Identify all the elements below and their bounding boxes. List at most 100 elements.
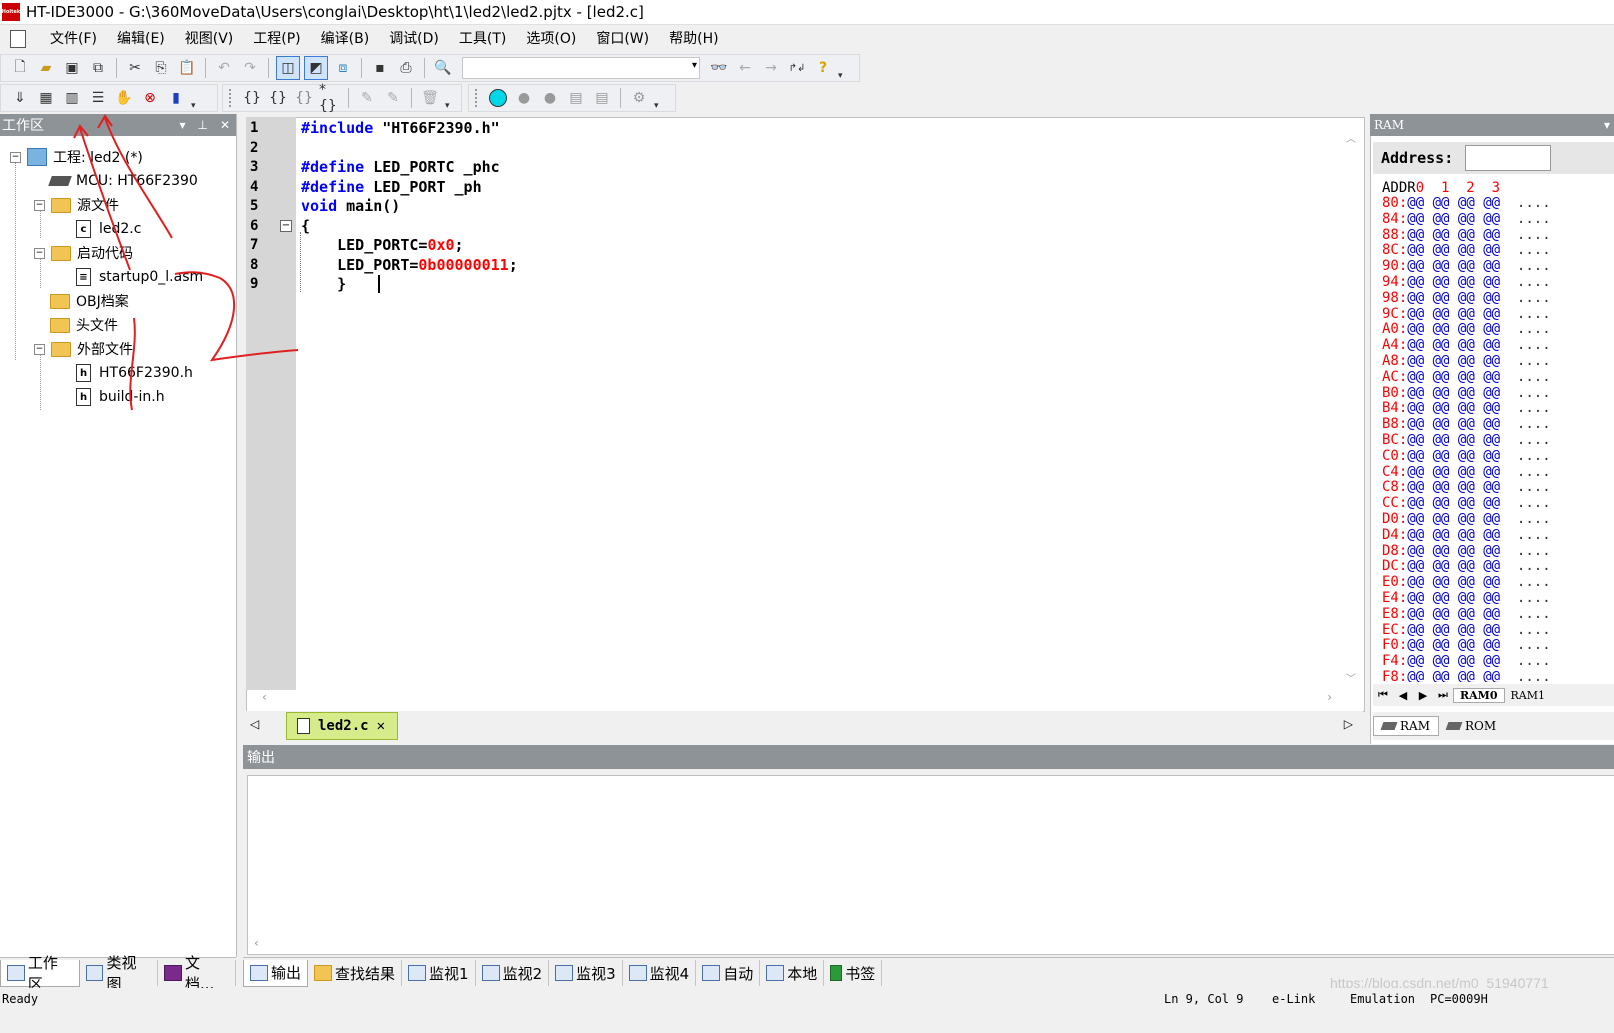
output-title: 输出: [247, 750, 275, 766]
ram-row[interactable]: 98:@@ @@ @@ @@ ....: [1382, 290, 1551, 307]
ram-row[interactable]: A8:@@ @@ @@ @@ ....: [1382, 353, 1551, 370]
status-link: e-Link: [1272, 992, 1316, 1006]
books-icon: [164, 965, 183, 981]
tab-watch4[interactable]: 监视4: [623, 960, 697, 986]
chip-icon: [1445, 722, 1463, 730]
tab-label: 监视4: [649, 964, 690, 983]
tab-scroll-left-icon[interactable]: ◁: [250, 717, 259, 731]
scroll-right-icon[interactable]: ›: [1327, 690, 1332, 704]
tab-label: 监视2: [502, 964, 543, 983]
tab-label: 输出: [271, 964, 302, 982]
ram-row[interactable]: E4:@@ @@ @@ @@ ....: [1382, 590, 1551, 607]
chip-icon: [1380, 722, 1398, 730]
tab-bookmarks[interactable]: 书签: [824, 960, 883, 986]
tab-workspace[interactable]: 工作区: [0, 954, 80, 993]
ram-row[interactable]: A0:@@ @@ @@ @@ ....: [1382, 321, 1551, 338]
tab-label: RAM: [1400, 719, 1430, 733]
class-view-icon: [85, 965, 104, 981]
local-icon: [766, 965, 785, 981]
tab-label: 监视1: [429, 964, 469, 983]
ram-row[interactable]: 84:@@ @@ @@ @@ ....: [1382, 211, 1551, 228]
ram-row[interactable]: A4:@@ @@ @@ @@ ....: [1382, 337, 1551, 354]
tab-watch2[interactable]: 监视2: [476, 960, 550, 986]
ram-row[interactable]: C0:@@ @@ @@ @@ ....: [1382, 448, 1551, 465]
bookmark-icon: [830, 965, 843, 981]
tab-watch3[interactable]: 监视3: [549, 960, 623, 986]
watch-icon: [628, 965, 647, 981]
ram-bank-navigation: ⏮ ◀ ▶ ⏭ RAM0 RAM1: [1373, 684, 1614, 706]
ram-row[interactable]: C4:@@ @@ @@ @@ ....: [1382, 464, 1551, 481]
status-bar: Ready Ln 9, Col 9 e-Link Emulation PC=00…: [0, 988, 1614, 1033]
tab-documents[interactable]: 文档...: [158, 954, 236, 993]
tab-label: 查找结果: [335, 964, 396, 983]
ram-row[interactable]: E8:@@ @@ @@ @@ ....: [1382, 606, 1551, 623]
ram-row[interactable]: D0:@@ @@ @@ @@ ....: [1382, 511, 1551, 528]
tab-label: ROM: [1465, 719, 1497, 733]
tab-label: 书签: [845, 964, 876, 983]
ram-row[interactable]: 8C:@@ @@ @@ @@ ....: [1382, 242, 1551, 259]
tab-label: led2.c: [318, 718, 369, 734]
first-page-icon[interactable]: ⏮: [1373, 688, 1393, 702]
status-ready: Ready: [2, 992, 39, 1006]
tab-label: 本地: [787, 964, 818, 983]
c-file-icon: [297, 718, 310, 734]
ram-row[interactable]: 94:@@ @@ @@ @@ ....: [1382, 274, 1551, 291]
ram-row[interactable]: EC:@@ @@ @@ @@ ....: [1382, 622, 1551, 639]
ram-row[interactable]: DC:@@ @@ @@ @@ ....: [1382, 558, 1551, 575]
tab-ram1[interactable]: RAM1: [1505, 689, 1552, 702]
next-page-icon[interactable]: ▶: [1413, 689, 1433, 702]
watch-icon: [555, 965, 574, 981]
workspace-tabs: 工作区 类视图 文档...: [0, 954, 236, 993]
binoculars-icon: [314, 965, 333, 981]
ram-row[interactable]: BC:@@ @@ @@ @@ ....: [1382, 432, 1551, 449]
editor-horizontal-scrollbar[interactable]: ‹ ›: [258, 690, 1358, 708]
ram-row[interactable]: AC:@@ @@ @@ @@ ....: [1382, 369, 1551, 386]
ram-row[interactable]: 90:@@ @@ @@ @@ ....: [1382, 258, 1551, 275]
prev-page-icon[interactable]: ◀: [1393, 689, 1413, 702]
workspace-icon: [7, 964, 25, 981]
tab-rom[interactable]: ROM: [1439, 717, 1504, 735]
ram-row[interactable]: 80:@@ @@ @@ @@ ....: [1382, 195, 1551, 212]
ram-row[interactable]: B0:@@ @@ @@ @@ ....: [1382, 385, 1551, 402]
status-pc: PC=0009H: [1430, 992, 1488, 1006]
tab-led2-c[interactable]: led2.c ✕: [286, 712, 398, 740]
last-page-icon[interactable]: ⏭: [1433, 688, 1453, 702]
ram-row[interactable]: F0:@@ @@ @@ @@ ....: [1382, 637, 1551, 654]
tab-ram[interactable]: RAM: [1373, 716, 1439, 736]
tab-label: 自动: [723, 964, 754, 983]
ram-row[interactable]: B4:@@ @@ @@ @@ ....: [1382, 400, 1551, 417]
scroll-left-icon[interactable]: ‹: [254, 936, 259, 950]
watch-icon: [408, 965, 427, 981]
ram-row[interactable]: F8:@@ @@ @@ @@ ....: [1382, 669, 1551, 682]
scroll-left-icon[interactable]: ‹: [262, 690, 267, 704]
tab-class-view[interactable]: 类视图: [80, 954, 159, 993]
ram-row[interactable]: E0:@@ @@ @@ @@ ....: [1382, 574, 1551, 591]
close-tab-icon[interactable]: ✕: [377, 718, 385, 734]
tab-ram0[interactable]: RAM0: [1453, 687, 1505, 703]
output-icon: [250, 964, 268, 981]
ram-row[interactable]: 88:@@ @@ @@ @@ ....: [1382, 227, 1551, 244]
ram-rows: 80:@@ @@ @@ @@ .... 84:@@ @@ @@ @@ .... 88…: [0, 0, 1614, 682]
ram-row[interactable]: CC:@@ @@ @@ @@ ....: [1382, 495, 1551, 512]
tab-local[interactable]: 本地: [760, 960, 825, 986]
ram-row[interactable]: B8:@@ @@ @@ @@ ....: [1382, 416, 1551, 433]
status-mode: Emulation: [1350, 992, 1416, 1006]
ram-row[interactable]: F4:@@ @@ @@ @@ ....: [1382, 653, 1551, 670]
tab-find-results[interactable]: 查找结果: [308, 960, 403, 986]
ram-row[interactable]: D8:@@ @@ @@ @@ ....: [1382, 543, 1551, 560]
ram-row[interactable]: 9C:@@ @@ @@ @@ ....: [1382, 306, 1551, 323]
ram-rom-tabs: RAM ROM: [1373, 712, 1614, 740]
auto-icon: [702, 965, 721, 981]
editor-tab-bar: ◁ ▷: [246, 711, 1363, 741]
status-position: Ln 9, Col 9: [1164, 992, 1244, 1006]
tab-output[interactable]: 输出: [243, 959, 309, 987]
output-area[interactable]: ‹: [247, 775, 1614, 955]
watch-icon: [481, 965, 500, 981]
ram-row[interactable]: C8:@@ @@ @@ @@ ....: [1382, 479, 1551, 496]
ram-row[interactable]: D4:@@ @@ @@ @@ ....: [1382, 527, 1551, 544]
tab-label: 监视3: [576, 964, 616, 983]
tab-scroll-right-icon[interactable]: ▷: [1344, 717, 1353, 731]
output-header: 输出: [243, 745, 1614, 769]
tab-auto[interactable]: 自动: [696, 960, 761, 986]
tab-watch1[interactable]: 监视1: [402, 960, 476, 986]
